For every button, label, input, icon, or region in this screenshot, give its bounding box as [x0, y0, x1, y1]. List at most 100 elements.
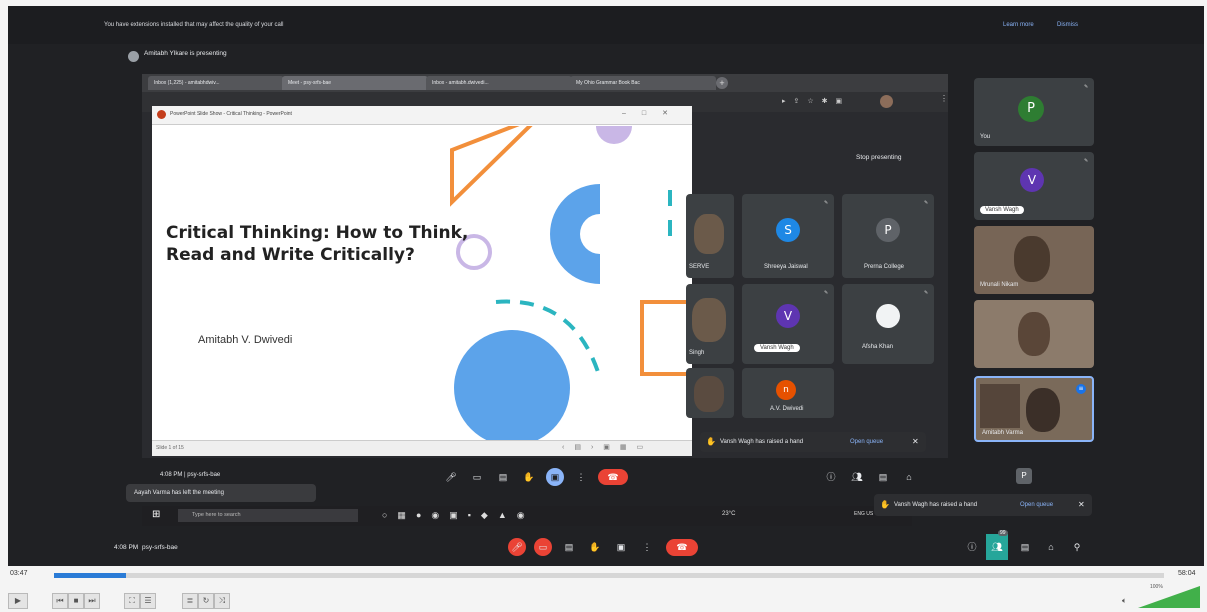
new-tab-icon[interactable]: +	[716, 77, 728, 89]
participant-name: A.V. Dwivedi	[770, 406, 804, 412]
presenter-avatar	[128, 51, 139, 62]
browser-toolbar-icons[interactable]: ▸⇪☆✱▣	[782, 97, 850, 105]
raise-hand-icon[interactable]: ✋	[586, 538, 604, 556]
dismiss-button[interactable]: Dismiss	[1057, 22, 1078, 28]
next-button[interactable]: ⏭	[84, 593, 100, 609]
raised-hand-text: Vansh Wagh has raised a hand	[720, 439, 804, 445]
browser-tab[interactable]: Inbox - amitabh.dwivedi...	[426, 76, 572, 90]
seek-bar[interactable]	[54, 573, 1164, 578]
left-meeting-toast: Aayah Varma has left the meeting	[126, 484, 316, 502]
close-icon[interactable]: ✕	[1078, 500, 1085, 509]
self-tile[interactable]: P You ✎	[974, 78, 1094, 146]
participant-tile[interactable]: S Shreeya Jaiswal ✎	[742, 194, 834, 278]
participant-video	[1018, 312, 1050, 356]
more-options-icon[interactable]: ⋮	[638, 538, 656, 556]
current-time: 03:47	[10, 570, 28, 577]
activities-icon[interactable]: ⌂	[1042, 538, 1060, 556]
volume-slider[interactable]	[1138, 586, 1200, 608]
people-count-badge: 99	[998, 530, 1008, 536]
participant-name: Shreeya Jaiswal	[764, 264, 808, 270]
participant-video	[1014, 236, 1050, 282]
ppt-titlebar: PowerPoint Slide Show - Critical Thinkin…	[152, 106, 692, 125]
mic-off-icon: ✎	[824, 200, 829, 206]
camera-icon[interactable]: ▭	[468, 468, 486, 486]
playlist-button[interactable]: ≣	[182, 593, 198, 609]
captions-icon[interactable]: ▤	[494, 468, 512, 486]
windows-start-icon[interactable]: ⊞	[152, 509, 160, 520]
shuffle-button[interactable]: ⤨	[214, 593, 230, 609]
purple-circle	[596, 126, 632, 144]
window-controls[interactable]: –□✕	[622, 109, 684, 117]
raise-hand-icon[interactable]: ✋	[520, 468, 538, 486]
chat-icon[interactable]: ▤	[1016, 538, 1034, 556]
slide-counter: Slide 1 of 15	[156, 445, 184, 451]
browser-tab[interactable]: My Ohio Grammar Book Bac	[570, 76, 716, 90]
stop-button[interactable]: ■	[68, 593, 84, 609]
camera-off-icon[interactable]: ▭	[534, 538, 552, 556]
participant-tile[interactable]: P Prerna College ✎	[842, 194, 934, 278]
participant-tile[interactable]: Afsha Khan ✎	[842, 284, 934, 364]
sidebar-overflow-avatar[interactable]: P	[1016, 468, 1032, 484]
participant-tile[interactable]	[686, 368, 734, 418]
present-icon[interactable]: ▣	[612, 538, 630, 556]
mic-off-icon: ✎	[824, 290, 829, 296]
browser-tab[interactable]: Inbox (1,225) - amitabhdwiv...	[148, 76, 284, 90]
learn-more-link[interactable]: Learn more	[1003, 22, 1034, 28]
weather-temp[interactable]: 23°C	[722, 511, 735, 517]
hand-icon: ✋	[706, 437, 716, 446]
chat-icon[interactable]: ▤	[874, 468, 892, 486]
participant-name: Afsha Khan	[862, 344, 894, 350]
leave-call-button[interactable]: ☎	[598, 469, 628, 485]
participant-tile[interactable]: V Vansh Wagh ✎	[974, 152, 1094, 220]
profile-avatar[interactable]	[880, 95, 893, 108]
taskbar-app-icons[interactable]: ○▦●◉▣▪◆▲◉	[382, 510, 535, 521]
close-icon[interactable]: ✕	[912, 437, 919, 446]
open-queue-link[interactable]: Open queue	[1020, 502, 1053, 508]
mic-icon[interactable]: 🎤︎	[442, 468, 460, 486]
orange-triangle	[450, 126, 533, 207]
left-meeting-text: Aayah Varma has left the meeting	[134, 490, 224, 496]
play-button[interactable]: ▶	[8, 593, 28, 609]
total-time: 58:04	[1178, 570, 1196, 577]
banner-message: You have extensions installed that may a…	[104, 22, 284, 28]
previous-button[interactable]: ⏮	[52, 593, 68, 609]
present-icon[interactable]: ▣	[546, 468, 564, 486]
raised-hand-text: Vansh Wagh has raised a hand	[894, 502, 978, 508]
bookshelf-background	[980, 384, 1020, 428]
more-options-icon[interactable]: ⋮	[572, 468, 590, 486]
slide-title: Critical Thinking: How to Think, Read an…	[166, 222, 566, 266]
open-queue-link[interactable]: Open queue	[850, 439, 883, 445]
activities-icon[interactable]: ⌂	[900, 468, 918, 486]
participant-tile[interactable]: V Vansh Wagh ✎	[742, 284, 834, 364]
people-icon[interactable]: 👥︎	[848, 468, 866, 486]
language-indicator[interactable]: ENG US	[854, 511, 873, 517]
people-icon[interactable]: 👥︎	[986, 534, 1008, 560]
host-controls-icon[interactable]: ⚲	[1068, 538, 1086, 556]
extended-settings-button[interactable]: ☰	[140, 593, 156, 609]
menu-icon[interactable]: ⋮	[940, 94, 948, 103]
participant-name: Vansh Wagh	[980, 206, 1024, 214]
mic-off-icon: ✎	[1084, 84, 1089, 90]
info-icon[interactable]: ⓘ	[822, 468, 840, 486]
active-speaker-tile[interactable]: ≡ Amitabh Varma	[974, 376, 1094, 442]
mic-off-icon[interactable]: 🎤︎	[508, 538, 526, 556]
leave-call-button[interactable]: ☎	[666, 539, 698, 556]
taskbar-search[interactable]: Type here to search	[178, 509, 358, 522]
ppt-view-controls[interactable]: ‹▤›▣▦▭	[562, 443, 653, 451]
fullscreen-button[interactable]: ⛶	[124, 593, 140, 609]
slide-title-line2: Read and Write Critically?	[166, 245, 415, 265]
participant-tile[interactable]: SERVE	[686, 194, 734, 278]
inner-meeting-label: 4:08 PM | psy-srfs-bae	[160, 472, 221, 478]
browser-tab[interactable]: Meet - psy-srfs-bae	[282, 76, 428, 90]
participant-name: SERVE	[689, 264, 710, 270]
captions-icon[interactable]: ▤	[560, 538, 578, 556]
participant-tile[interactable]: Singh	[686, 284, 734, 364]
participant-tile[interactable]	[974, 300, 1094, 368]
participant-tile[interactable]: Mrunali Nikam	[974, 226, 1094, 294]
info-icon[interactable]: ⓘ	[963, 538, 981, 556]
loop-button[interactable]: ↻	[198, 593, 214, 609]
stop-presenting-button[interactable]: Stop presenting	[856, 154, 902, 161]
slide-decorations	[450, 126, 692, 440]
speaker-icon[interactable]: 🔈︎	[1122, 596, 1127, 606]
participant-tile[interactable]: n A.V. Dwivedi	[742, 368, 834, 418]
